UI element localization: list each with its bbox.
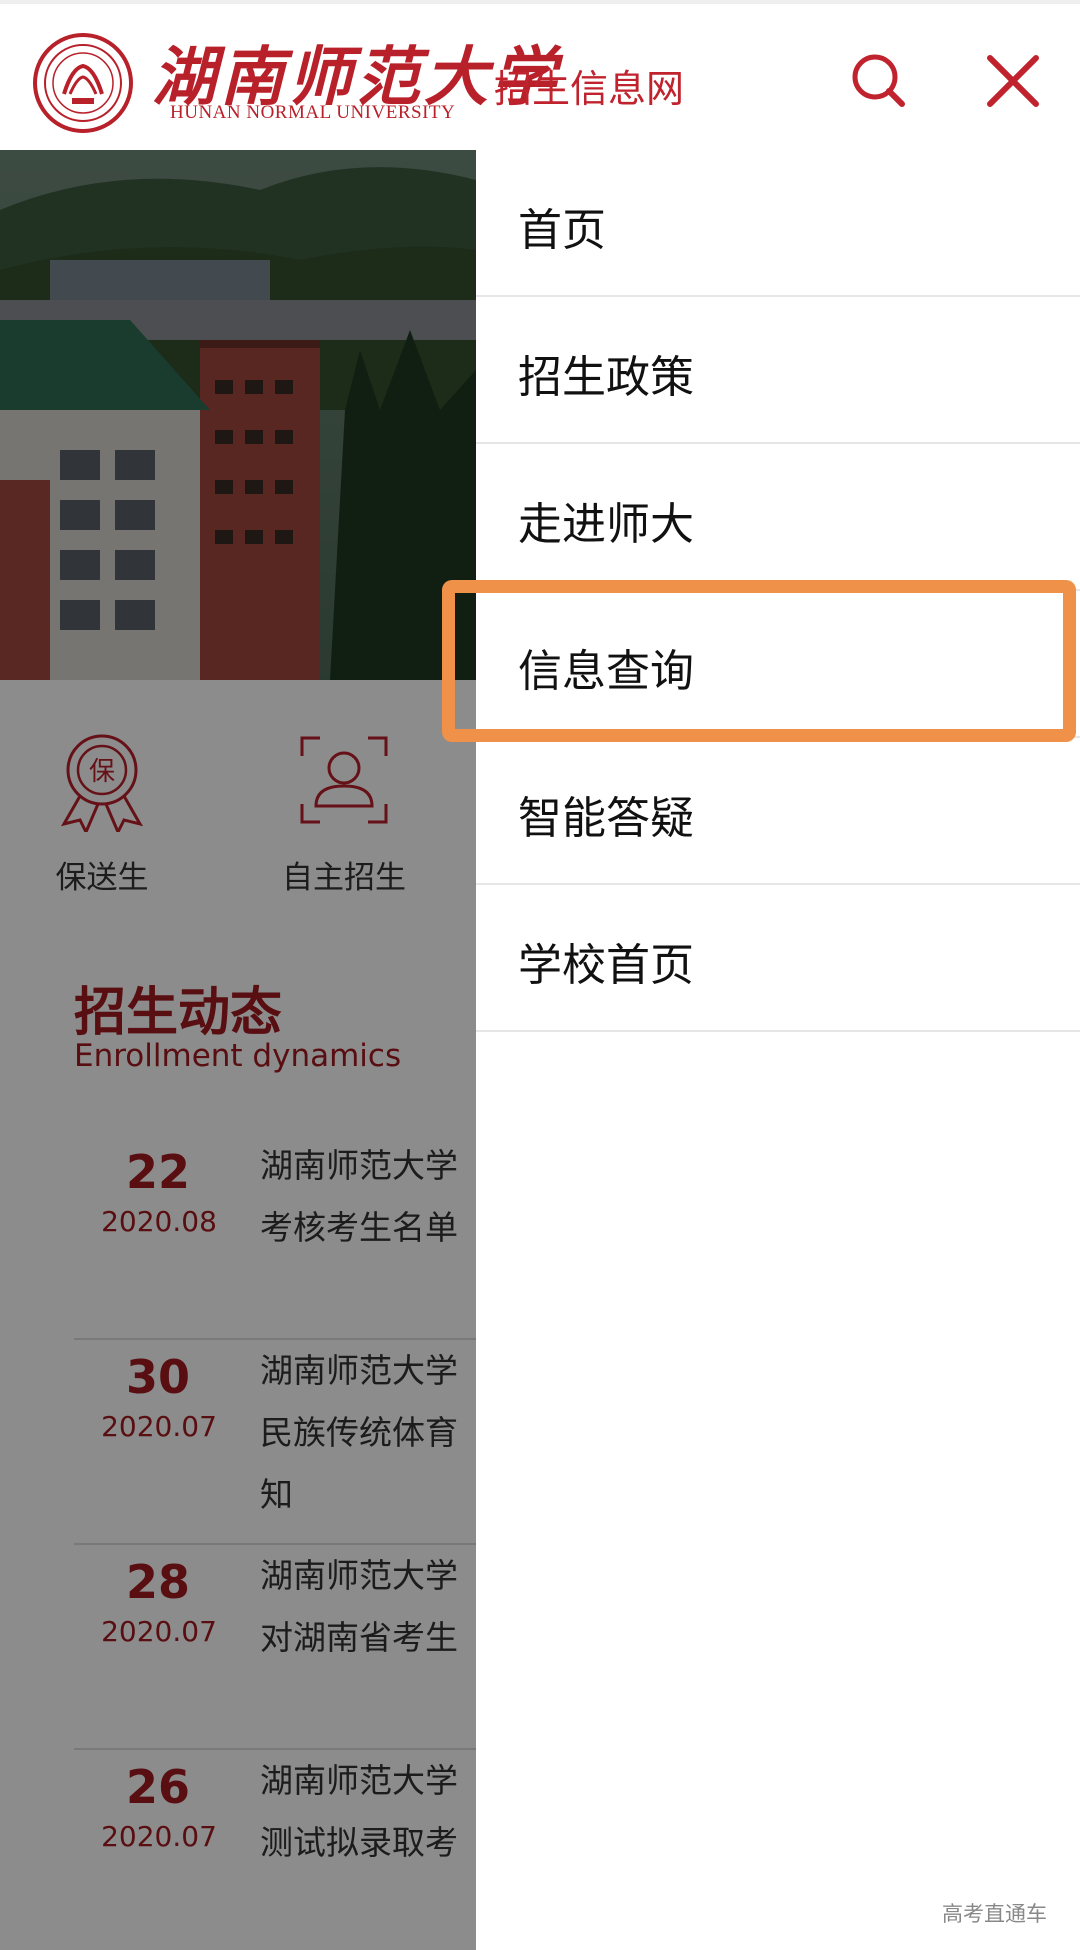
- site-name: 招生信息网: [494, 67, 685, 111]
- university-seal-icon[interactable]: [32, 32, 134, 134]
- search-button[interactable]: [846, 48, 912, 114]
- menu-item-home[interactable]: 首页: [476, 150, 1080, 297]
- search-icon: [852, 54, 905, 107]
- close-icon: [987, 55, 1039, 107]
- menu-item-label: 学校首页: [518, 940, 694, 991]
- menu-item-about-university[interactable]: 走进师大: [476, 444, 1080, 591]
- menu-item-label: 信息查询: [518, 646, 694, 697]
- menu-item-label: 首页: [518, 205, 606, 256]
- menu-item-info-query[interactable]: 信息查询: [476, 591, 1080, 738]
- university-name-en: HUNAN NORMAL UNIVERSITY: [170, 102, 456, 123]
- menu-item-label: 走进师大: [518, 499, 694, 550]
- menu-item-label: 智能答疑: [518, 793, 694, 844]
- menu-item-school-homepage[interactable]: 学校首页: [476, 885, 1080, 1032]
- site-header: 湖南师范大学 HUNAN NORMAL UNIVERSITY 招生信息网: [0, 0, 1080, 150]
- watermark: 高考直通车: [942, 1902, 1047, 1926]
- menu-item-smart-qa[interactable]: 智能答疑: [476, 738, 1080, 885]
- dim-overlay[interactable]: [0, 150, 476, 1950]
- nav-drawer: 首页 招生政策 走进师大 信息查询 智能答疑 学校首页: [476, 150, 1080, 1950]
- menu-item-label: 招生政策: [518, 352, 694, 403]
- menu-item-admission-policy[interactable]: 招生政策: [476, 297, 1080, 444]
- close-menu-button[interactable]: [980, 48, 1046, 114]
- background-page: 保 保送生 自主招生 招生动态 Enrollment dynamics 22 2…: [0, 150, 476, 1950]
